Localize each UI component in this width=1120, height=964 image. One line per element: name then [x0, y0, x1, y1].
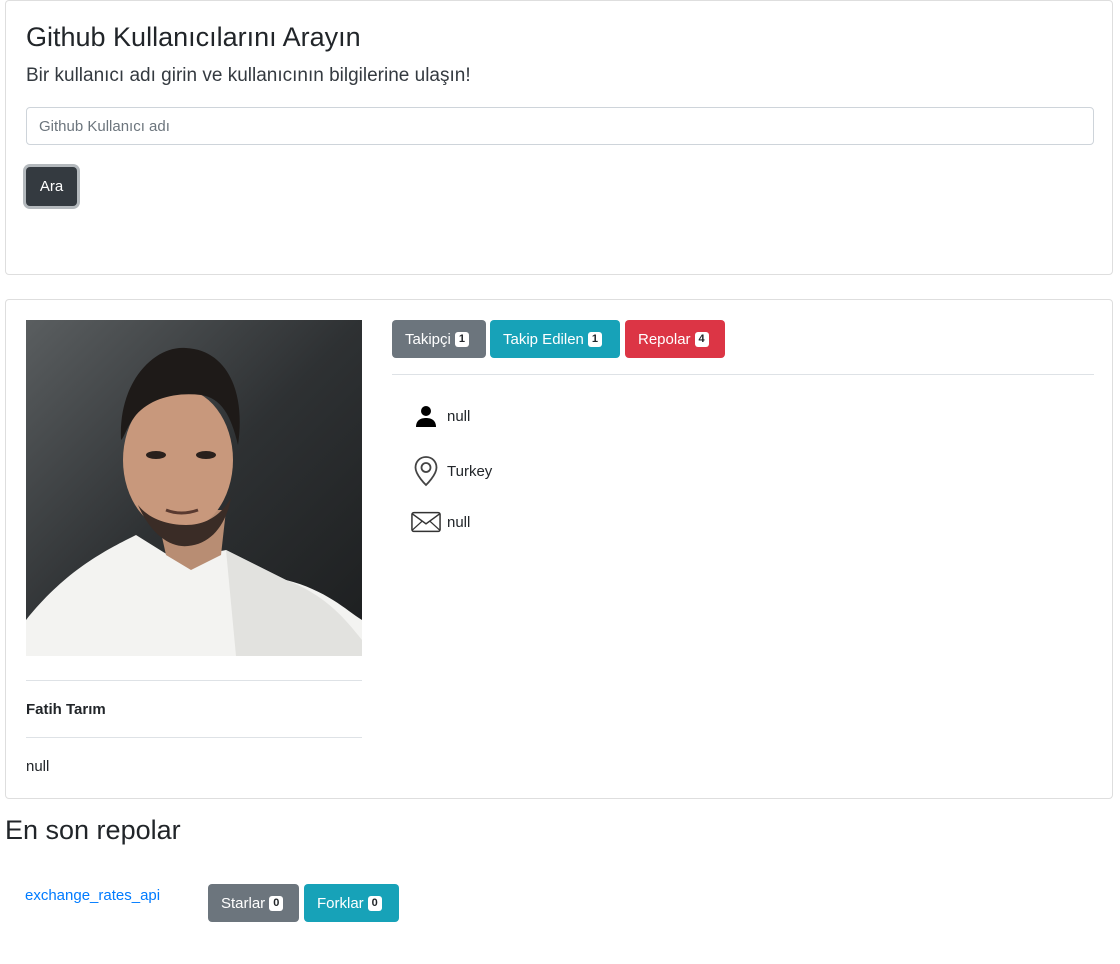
info-row-location: Turkey — [411, 455, 492, 487]
page-title: Github Kullanıcılarını Arayın — [26, 22, 361, 52]
repos-label: Repolar — [638, 330, 691, 348]
user-fullname: Fatih Tarım — [26, 701, 106, 718]
info-row-email: null — [411, 511, 470, 533]
repos-count-badge: 4 — [694, 331, 709, 347]
repo-stars-button[interactable]: Starlar 0 — [208, 884, 299, 922]
divider — [26, 680, 362, 681]
followers-count-badge: 1 — [454, 331, 469, 347]
user-bio: null — [26, 758, 50, 775]
info-location-text: Turkey — [447, 462, 493, 480]
username-search-input[interactable] — [26, 107, 1094, 145]
person-icon — [411, 404, 441, 428]
user-photo-icon — [26, 320, 362, 656]
forks-count-badge: 0 — [367, 895, 382, 911]
repos-button[interactable]: Repolar 4 — [625, 320, 725, 358]
following-button[interactable]: Takip Edilen 1 — [490, 320, 620, 358]
envelope-icon — [411, 511, 441, 533]
repo-link[interactable]: exchange_rates_api — [25, 887, 160, 904]
location-pin-icon — [411, 455, 441, 487]
recent-repos-title: En son repolar — [5, 815, 181, 845]
repo-forks-button[interactable]: Forklar 0 — [304, 884, 399, 922]
divider — [392, 374, 1094, 375]
divider — [26, 737, 362, 738]
stars-label: Starlar — [221, 894, 266, 912]
info-name-text: null — [447, 407, 471, 425]
following-label: Takip Edilen — [503, 330, 584, 348]
search-button[interactable]: Ara — [26, 167, 77, 206]
following-count-badge: 1 — [587, 331, 603, 347]
stars-count-badge: 0 — [269, 895, 284, 911]
search-card: Github Kullanıcılarını Arayın Bir kullan… — [5, 0, 1113, 275]
followers-button[interactable]: Takipçi 1 — [392, 320, 486, 358]
profile-card: Fatih Tarım null Takipçi 1 Takip Edilen … — [5, 299, 1113, 799]
page-subtitle: Bir kullanıcı adı girin ve kullanıcının … — [26, 65, 471, 86]
forks-label: Forklar — [317, 894, 364, 912]
avatar — [26, 320, 362, 656]
info-email-text: null — [447, 513, 471, 531]
followers-label: Takipçi — [405, 330, 451, 348]
info-row-name: null — [411, 404, 470, 428]
